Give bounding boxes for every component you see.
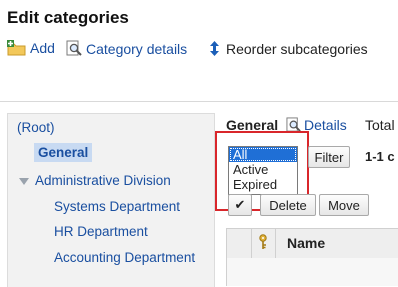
tree-item-general[interactable]: General (34, 143, 93, 162)
reorder-arrows-icon (208, 40, 221, 57)
category-details-button[interactable]: Category details (66, 40, 187, 57)
select-all-checkbox[interactable]: ✔ (228, 194, 252, 216)
collapse-triangle-icon[interactable] (19, 178, 29, 185)
tree-item-root[interactable]: (Root) (17, 120, 55, 135)
add-label: Add (30, 40, 55, 56)
tree-item-administrative-division[interactable]: Administrative Division (35, 173, 171, 188)
reorder-subcategories-button[interactable]: Reorder subcategories (208, 40, 368, 57)
reorder-subcategories-label: Reorder subcategories (226, 40, 368, 57)
tree-item-hr-department[interactable]: HR Department (54, 224, 148, 239)
details-label: Details (304, 117, 347, 133)
column-header-name[interactable]: Name (287, 235, 325, 251)
tree-item-systems-department[interactable]: Systems Department (54, 199, 180, 214)
range-label: 1-1 c (365, 149, 395, 164)
page-title: Edit categories (7, 8, 129, 27)
table-header-divider (275, 228, 276, 258)
key-icon (258, 234, 268, 250)
total-label: Total (365, 117, 395, 133)
filter-button[interactable]: Filter (308, 146, 350, 168)
checkmark-icon: ✔ (234, 197, 246, 212)
magnifier-page-icon (66, 40, 83, 57)
toolbar-divider (0, 101, 398, 102)
table-row (226, 258, 398, 286)
add-button[interactable]: Add (7, 40, 55, 56)
tree-item-accounting-department[interactable]: Accounting Department (54, 250, 195, 265)
delete-button[interactable]: Delete (260, 194, 316, 216)
table-header-divider (251, 228, 252, 258)
move-button[interactable]: Move (319, 194, 369, 216)
category-details-label: Category details (86, 40, 188, 57)
add-folder-icon (7, 40, 27, 56)
